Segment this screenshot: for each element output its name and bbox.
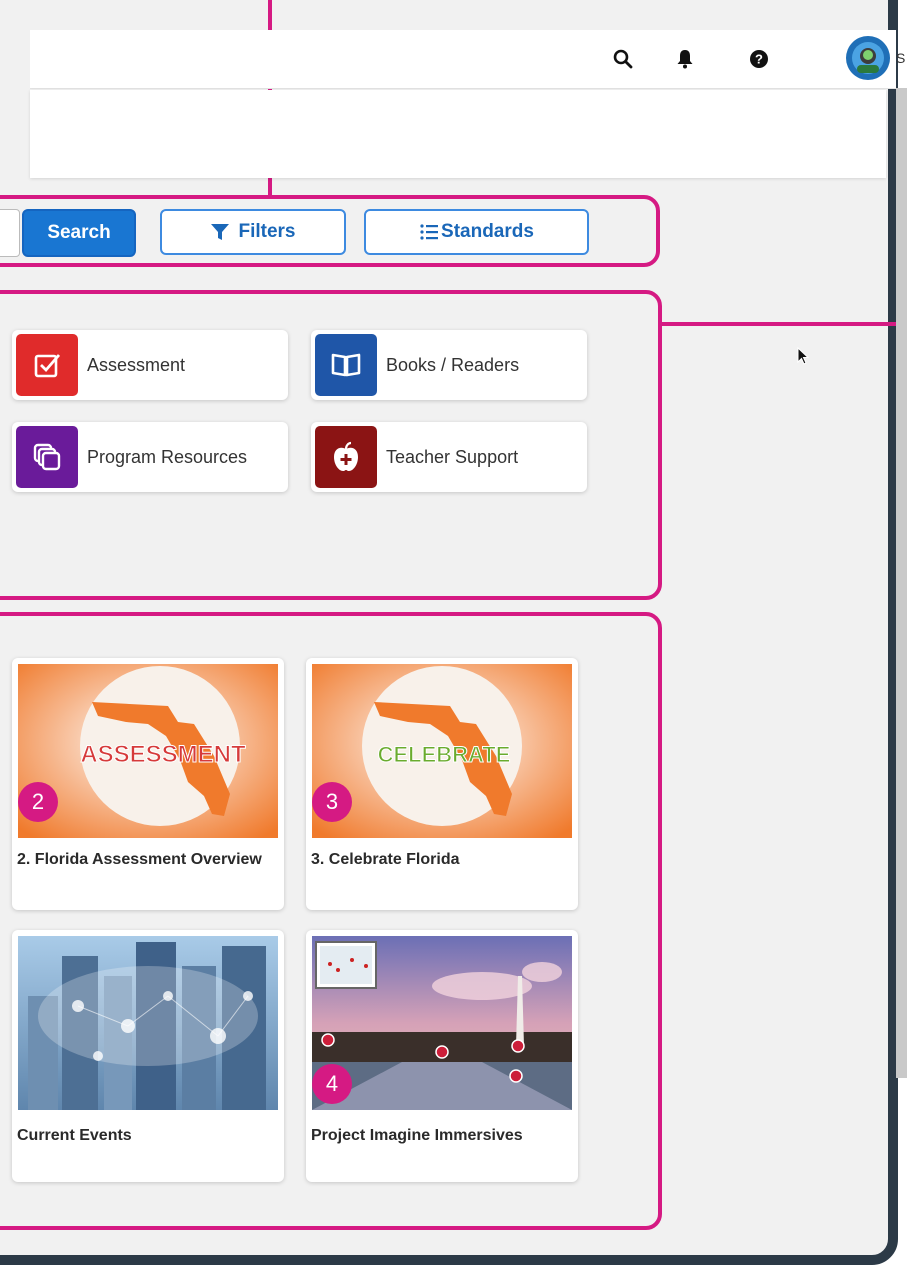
apple-icon [315, 426, 377, 488]
search-button[interactable]: Search [22, 209, 136, 257]
filter-icon [211, 224, 230, 240]
category-label: Books / Readers [386, 354, 520, 375]
help-icon[interactable]: ? [744, 44, 774, 74]
filters-button-label: Filters [238, 221, 296, 242]
category-label: Teacher Support [386, 446, 519, 467]
filters-button[interactable]: Filters [160, 209, 346, 255]
checkbox-icon [16, 334, 78, 396]
tile-image [18, 936, 278, 1110]
category-label: Assessment [87, 354, 186, 375]
avatar[interactable] [846, 36, 890, 80]
layers-icon [16, 426, 78, 488]
bell-icon[interactable] [670, 44, 700, 74]
category-program-resources[interactable]: Program Resources [12, 422, 288, 492]
tile-celebrate-florida[interactable]: CELEBRATE 3 3. Celebrate Florida [306, 658, 578, 910]
tile-image-text: ASSESSMENT [80, 741, 246, 768]
tile-project-imagine-immersives[interactable]: 4 Project Imagine Immersives [306, 930, 578, 1182]
scrollbar[interactable] [896, 88, 907, 1078]
search-icon[interactable] [608, 44, 638, 74]
tile-image: ASSESSMENT [18, 664, 278, 838]
number-badge: 2 [18, 782, 58, 822]
tile-image-text: CELEBRATE [378, 742, 511, 767]
tile-title: Project Imagine Immersives [311, 1127, 523, 1144]
number-badge: 3 [312, 782, 352, 822]
tile-current-events[interactable]: Current Events [12, 930, 284, 1182]
svg-text:?: ? [755, 52, 763, 67]
category-label: Program Resources [87, 446, 248, 467]
list-icon [420, 224, 439, 240]
number-badge: 4 [312, 1064, 352, 1104]
callout-line-right [658, 322, 907, 326]
top-bar: ? S ▾ [30, 30, 905, 89]
tile-title: 3. Celebrate Florida [311, 851, 460, 868]
header-banner [30, 90, 886, 178]
search-input[interactable] [0, 209, 20, 257]
category-teacher-support[interactable]: Teacher Support [311, 422, 587, 492]
mouse-cursor-icon [797, 346, 810, 370]
category-assessment[interactable]: Assessment [12, 330, 288, 400]
search-button-label: Search [47, 222, 111, 243]
standards-button-label: Standards [441, 221, 534, 242]
tile-title: Current Events [17, 1127, 132, 1144]
tile-florida-assessment[interactable]: ASSESSMENT 2 2. Florida Assessment Overv… [12, 658, 284, 910]
tile-image: CELEBRATE [312, 664, 572, 838]
category-books-readers[interactable]: Books / Readers [311, 330, 587, 400]
book-icon [315, 334, 377, 396]
standards-button[interactable]: Standards [364, 209, 589, 255]
user-initial[interactable]: S [896, 50, 905, 66]
tile-title: 2. Florida Assessment Overview [17, 851, 262, 868]
